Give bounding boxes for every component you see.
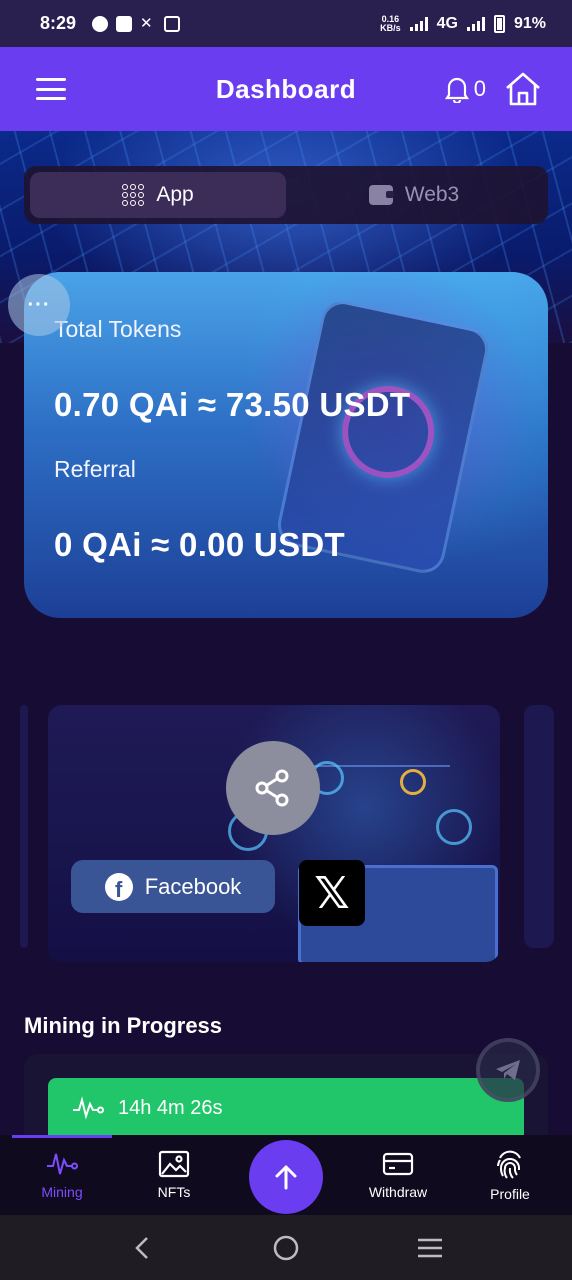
mail-icon — [116, 15, 133, 32]
cell-signal-icon — [466, 16, 485, 31]
referral-label: Referral — [54, 456, 136, 482]
recents-icon — [418, 1238, 442, 1257]
telegram-button[interactable] — [476, 1038, 540, 1102]
nav-withdraw-label: Withdraw — [368, 1184, 428, 1200]
telegram-icon — [496, 1060, 520, 1080]
x-app-icon: ✕ — [140, 14, 153, 32]
mining-title: Mining in Progress — [24, 1013, 223, 1038]
status-notification-icons: ✕ — [92, 14, 181, 32]
messenger-icon — [92, 15, 109, 32]
carousel-prev-peek — [20, 705, 28, 948]
pulse-icon — [47, 1153, 78, 1175]
home-circle-icon — [273, 1235, 299, 1260]
tab-web3[interactable]: Web3 — [286, 172, 542, 218]
share-button[interactable] — [226, 741, 320, 835]
floating-menu-button[interactable]: ··· — [8, 274, 70, 336]
mode-switch: App Web3 — [24, 166, 548, 224]
menu-icon[interactable] — [36, 78, 66, 100]
fingerprint-icon — [497, 1150, 521, 1179]
bell-icon — [444, 77, 469, 103]
tab-app-label: App — [156, 183, 194, 206]
nav-profile[interactable]: Profile — [460, 1135, 560, 1215]
status-bar: 8:29 ✕ 0.16 KB/s 4G 91% — [0, 0, 572, 47]
recents-button[interactable] — [410, 1228, 450, 1268]
home-icon[interactable] — [504, 71, 542, 107]
mining-timer: 14h 4m 26s — [118, 1096, 223, 1119]
upload-button[interactable] — [249, 1140, 323, 1214]
x-icon: 𝕏 — [314, 867, 350, 919]
x-share-button[interactable]: 𝕏 — [299, 860, 365, 926]
nav-mining-label: Mining — [41, 1184, 83, 1200]
battery-level: 91% — [513, 14, 546, 32]
back-icon — [135, 1236, 148, 1259]
tokens-card: Total Tokens 0.70 QAi ≈ 73.50 USDT Refer… — [24, 272, 548, 618]
carousel-next-peek — [524, 705, 554, 948]
total-tokens-label: Total Tokens — [54, 316, 182, 342]
network-type: 4G — [436, 14, 458, 32]
grid-icon — [122, 184, 145, 206]
battery-icon — [493, 14, 505, 33]
home-system-button[interactable] — [266, 1228, 306, 1268]
facebook-label: Facebook — [144, 873, 242, 899]
nav-nfts-label: NFTs — [157, 1184, 191, 1200]
network-speed: 0.16 KB/s — [380, 13, 401, 33]
image-icon — [158, 1150, 190, 1178]
status-time: 8:29 — [40, 13, 77, 33]
gmail-icon — [164, 15, 181, 32]
nav-mining[interactable]: Mining — [12, 1135, 112, 1215]
card-icon — [382, 1152, 414, 1176]
nav-nfts[interactable]: NFTs — [124, 1135, 224, 1215]
share-icon — [255, 769, 289, 807]
mining-status-bar[interactable]: 14h 4m 26s — [48, 1078, 524, 1138]
total-tokens-value: 0.70 QAi ≈ 73.50 USDT — [54, 386, 411, 423]
wifi-signal-icon — [409, 16, 428, 31]
arrow-up-icon — [275, 1165, 297, 1190]
pulse-icon — [73, 1096, 104, 1120]
nav-withdraw[interactable]: Withdraw — [348, 1135, 448, 1215]
circuit-node — [400, 769, 426, 795]
tab-web3-label: Web3 — [404, 183, 460, 206]
back-button[interactable] — [122, 1228, 162, 1268]
tab-app[interactable]: App — [30, 172, 286, 218]
app-bar: Dashboard 0 — [0, 47, 572, 131]
system-navigation-bar — [0, 1215, 572, 1280]
nav-profile-label: Profile — [490, 1186, 530, 1202]
facebook-icon: f — [104, 872, 133, 901]
circuit-node — [436, 809, 472, 845]
notification-count: 0 — [473, 76, 486, 101]
notifications-button[interactable]: 0 — [444, 75, 486, 103]
referral-value: 0 QAi ≈ 0.00 USDT — [54, 526, 345, 563]
wallet-icon — [368, 185, 394, 205]
facebook-share-button[interactable]: f Facebook — [71, 860, 275, 913]
